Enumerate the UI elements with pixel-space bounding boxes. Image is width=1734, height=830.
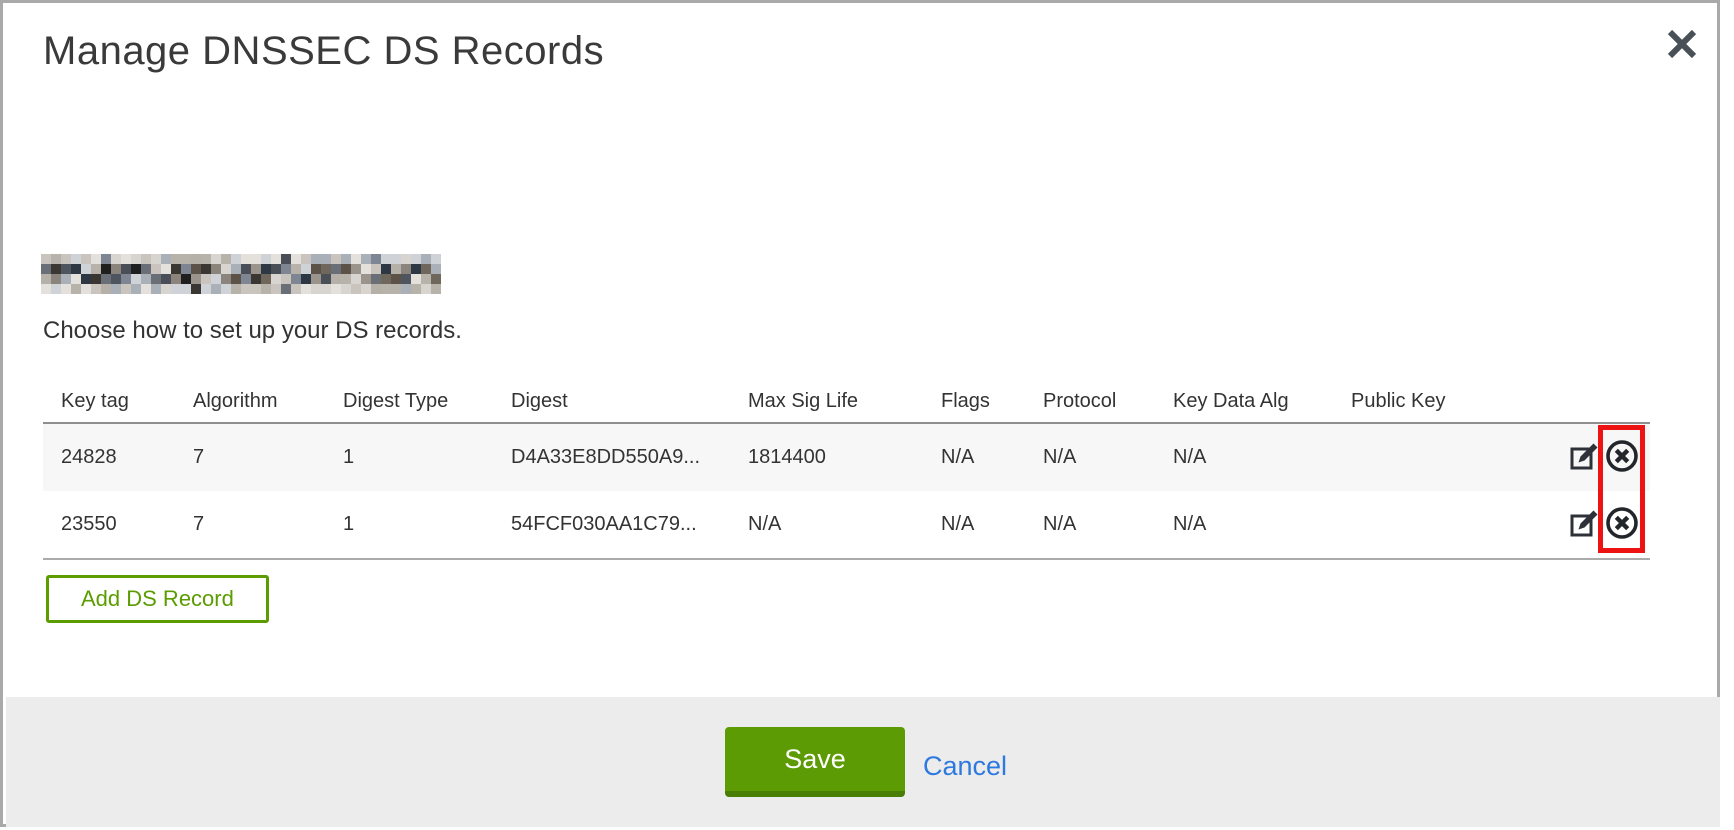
table-header-row: Key tag Algorithm Digest Type Digest Max… <box>43 380 1650 424</box>
cell-key-data-alg: N/A <box>1173 446 1351 469</box>
edit-pencil-icon <box>1569 508 1599 541</box>
cell-digest: D4A33E8DD550A9... <box>511 446 748 469</box>
column-header-algorithm: Algorithm <box>193 390 343 413</box>
instruction-text: Choose how to set up your DS records. <box>43 317 462 345</box>
save-button[interactable]: Save <box>725 727 905 797</box>
cell-digest-type: 1 <box>343 513 511 536</box>
modal-footer: Save Cancel <box>6 697 1720 827</box>
column-header-protocol: Protocol <box>1043 390 1173 413</box>
cell-protocol: N/A <box>1043 446 1173 469</box>
cell-flags: N/A <box>941 513 1043 536</box>
circle-x-delete-icon <box>1604 438 1640 477</box>
column-header-key-tag: Key tag <box>43 390 193 413</box>
cell-algorithm: 7 <box>193 446 343 469</box>
edit-record-button[interactable] <box>1569 508 1599 541</box>
column-header-digest-type: Digest Type <box>343 390 511 413</box>
delete-record-button[interactable] <box>1604 505 1640 544</box>
cell-flags: N/A <box>941 446 1043 469</box>
delete-record-button[interactable] <box>1604 438 1640 477</box>
table-row: 23550 7 1 54FCF030AA1C79... N/A N/A N/A … <box>43 491 1650 558</box>
page-title: Manage DNSSEC DS Records <box>43 29 604 74</box>
edit-record-button[interactable] <box>1569 441 1599 474</box>
cell-key-tag: 24828 <box>43 446 193 469</box>
cell-digest-type: 1 <box>343 446 511 469</box>
table-row: 24828 7 1 D4A33E8DD550A9... 1814400 N/A … <box>43 424 1650 491</box>
redacted-domain-name <box>41 254 441 294</box>
cell-max-sig-life: N/A <box>748 513 941 536</box>
edit-pencil-icon <box>1569 441 1599 474</box>
column-header-flags: Flags <box>941 390 1043 413</box>
cell-key-tag: 23550 <box>43 513 193 536</box>
cell-max-sig-life: 1814400 <box>748 446 941 469</box>
close-icon <box>1665 49 1699 64</box>
column-header-digest: Digest <box>511 390 748 413</box>
column-header-key-data-alg: Key Data Alg <box>1173 390 1351 413</box>
close-button[interactable] <box>1662 25 1702 65</box>
cancel-link[interactable]: Cancel <box>923 751 1007 782</box>
cell-protocol: N/A <box>1043 513 1173 536</box>
column-header-public-key: Public Key <box>1351 390 1511 413</box>
cell-digest: 54FCF030AA1C79... <box>511 513 748 536</box>
circle-x-delete-icon <box>1604 505 1640 544</box>
ds-records-table: Key tag Algorithm Digest Type Digest Max… <box>43 380 1650 560</box>
dnssec-ds-records-modal: Manage DNSSEC DS Records Choose how to s… <box>0 0 1720 827</box>
column-header-max-sig-life: Max Sig Life <box>748 390 941 413</box>
cell-algorithm: 7 <box>193 513 343 536</box>
add-ds-record-button[interactable]: Add DS Record <box>46 575 269 623</box>
cell-key-data-alg: N/A <box>1173 513 1351 536</box>
